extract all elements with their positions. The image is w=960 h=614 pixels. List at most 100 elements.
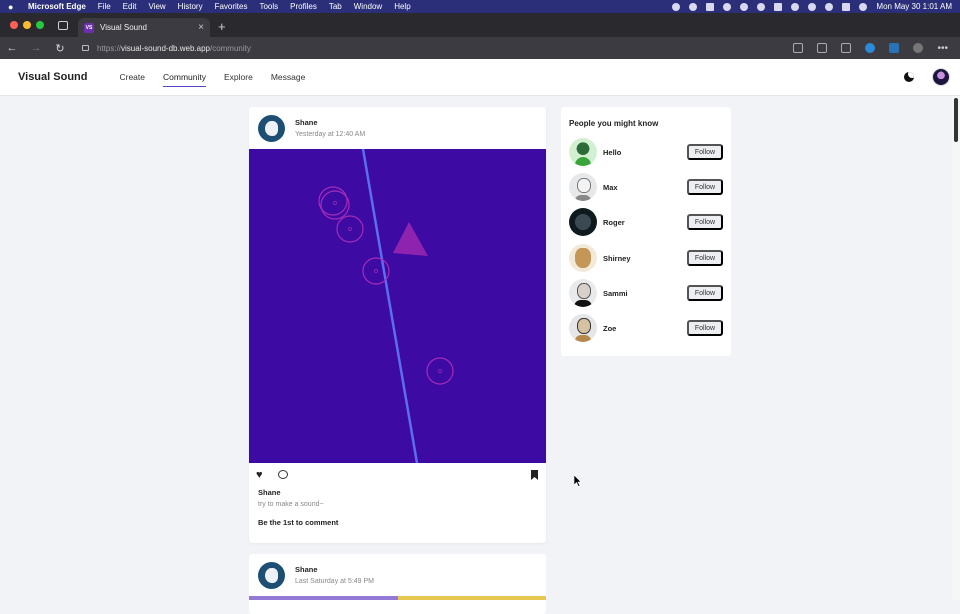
avatar[interactable]	[569, 279, 597, 307]
url-scheme: https://	[97, 43, 122, 53]
apple-icon[interactable]: ●	[8, 2, 18, 12]
author-avatar-2[interactable]	[258, 561, 285, 589]
menu-tab[interactable]: Tab	[329, 2, 342, 11]
nav-create[interactable]: Create	[119, 68, 145, 87]
extension-icon[interactable]	[889, 43, 900, 53]
zoom-window-button[interactable]	[36, 21, 44, 29]
input-source-icon[interactable]	[774, 2, 783, 11]
visual-sound-artwork[interactable]	[249, 149, 546, 463]
user-avatar[interactable]	[932, 68, 950, 86]
close-window-button[interactable]	[10, 21, 18, 29]
reload-icon[interactable]: ↻	[48, 42, 72, 55]
post-actions: ♥	[249, 469, 546, 483]
follow-button[interactable]: Follow	[687, 179, 723, 195]
back-arrow-icon[interactable]: ←	[0, 42, 24, 54]
macos-menubar: ● Microsoft Edge File Edit View History …	[0, 0, 960, 13]
suggestion-name[interactable]: Zoe	[603, 324, 616, 333]
forward-arrow-icon[interactable]: →	[24, 42, 48, 54]
more-options-icon[interactable]: •••	[937, 43, 948, 54]
menu-edit[interactable]: Edit	[123, 2, 137, 11]
menu-view[interactable]: View	[148, 2, 165, 11]
sync-extension-icon[interactable]	[865, 43, 876, 53]
author-meta: Shane Yesterday at 12:40 AM	[295, 118, 365, 138]
brand-logo[interactable]: Visual Sound	[18, 71, 87, 83]
avatar[interactable]	[569, 314, 597, 342]
author-meta-2: Shane Last Saturday at 5:49 PM	[295, 565, 374, 585]
suggestion-row-max: Max Follow	[569, 172, 723, 202]
caption-author[interactable]: Shane	[258, 488, 281, 497]
avatar[interactable]	[569, 138, 597, 166]
menu-favorites[interactable]: Favorites	[215, 2, 248, 11]
dark-mode-icon[interactable]	[904, 72, 914, 82]
page-scrollbar-track[interactable]	[952, 96, 960, 600]
menu-history[interactable]: History	[178, 2, 203, 11]
page-scrollbar-thumb[interactable]	[954, 98, 958, 142]
app-status-icon[interactable]	[706, 2, 715, 11]
profile-icon[interactable]	[913, 43, 924, 53]
menubar-clock[interactable]: Mon May 30 1:01 AM	[876, 2, 952, 11]
tab-title: Visual Sound	[100, 23, 147, 32]
follow-button[interactable]: Follow	[687, 285, 723, 301]
follow-button[interactable]: Follow	[687, 144, 723, 160]
comment-icon[interactable]	[278, 470, 288, 479]
record-icon[interactable]	[672, 2, 681, 11]
play-icon[interactable]	[757, 2, 766, 11]
browser-tab-visual-sound[interactable]: VS Visual Sound ×	[78, 18, 210, 37]
suggestion-name[interactable]: Roger	[603, 218, 625, 227]
nav-message[interactable]: Message	[271, 68, 306, 87]
menu-profiles[interactable]: Profiles	[290, 2, 317, 11]
new-tab-button[interactable]: +	[218, 19, 226, 34]
suggestion-name[interactable]: Hello	[603, 148, 621, 157]
post-header-2: Shane Last Saturday at 5:49 PM	[249, 554, 546, 596]
people-you-might-know-panel: People you might know Hello Follow Max F…	[561, 107, 731, 356]
artwork-2-left	[249, 596, 398, 600]
siri-icon[interactable]	[859, 2, 868, 11]
nav-community[interactable]: Community	[163, 68, 206, 87]
browser-toolbar: ← → ↻ https://visual-sound-db.web.app/co…	[0, 37, 960, 59]
menu-help[interactable]: Help	[394, 2, 410, 11]
search-icon[interactable]	[825, 2, 834, 11]
nav-explore[interactable]: Explore	[224, 68, 253, 87]
like-heart-icon[interactable]: ♥	[256, 469, 263, 481]
avatar[interactable]	[569, 208, 597, 236]
control-center-icon[interactable]	[842, 2, 851, 11]
volume-icon[interactable]	[740, 2, 749, 11]
avatar[interactable]	[569, 244, 597, 272]
address-bar[interactable]: https://visual-sound-db.web.app/communit…	[82, 39, 782, 57]
suggestion-name[interactable]: Max	[603, 183, 618, 192]
author-name-2[interactable]: Shane	[295, 565, 374, 574]
visual-sound-artwork-2[interactable]	[249, 596, 546, 600]
close-tab-icon[interactable]: ×	[198, 22, 204, 33]
post-timestamp: Yesterday at 12:40 AM	[295, 131, 366, 138]
window-controls	[10, 21, 44, 29]
post-timestamp-2: Last Saturday at 5:49 PM	[295, 578, 374, 585]
suggestion-row-zoe: Zoe Follow	[569, 313, 723, 343]
menu-tools[interactable]: Tools	[259, 2, 278, 11]
suggestion-name[interactable]: Shirney	[603, 254, 631, 263]
notion-extension-icon[interactable]	[841, 43, 852, 53]
bookmark-icon[interactable]	[531, 470, 538, 480]
follow-button[interactable]: Follow	[687, 320, 723, 336]
artwork-background	[249, 149, 546, 463]
menubar-status-area: Mon May 30 1:01 AM	[672, 2, 952, 11]
menu-app-name[interactable]: Microsoft Edge	[28, 2, 86, 11]
author-name[interactable]: Shane	[295, 118, 365, 127]
menu-window[interactable]: Window	[354, 2, 382, 11]
bluetooth-icon[interactable]	[723, 2, 732, 11]
wifi-icon[interactable]	[808, 2, 817, 11]
be-first-to-comment[interactable]: Be the 1st to comment	[258, 518, 338, 527]
read-aloud-icon[interactable]	[793, 43, 804, 53]
menu-file[interactable]: File	[98, 2, 111, 11]
minimize-window-button[interactable]	[23, 21, 31, 29]
suggestion-row-sammi: Sammi Follow	[569, 278, 723, 308]
author-avatar[interactable]	[258, 114, 285, 142]
follow-button[interactable]: Follow	[687, 214, 723, 230]
follow-button[interactable]: Follow	[687, 250, 723, 266]
battery-icon[interactable]	[791, 2, 800, 11]
avatar[interactable]	[569, 173, 597, 201]
lock-icon	[82, 45, 89, 51]
tab-actions-icon[interactable]	[58, 20, 68, 30]
spotify-icon[interactable]	[689, 2, 698, 11]
add-favorite-icon[interactable]	[817, 43, 828, 53]
suggestion-name[interactable]: Sammi	[603, 289, 628, 298]
